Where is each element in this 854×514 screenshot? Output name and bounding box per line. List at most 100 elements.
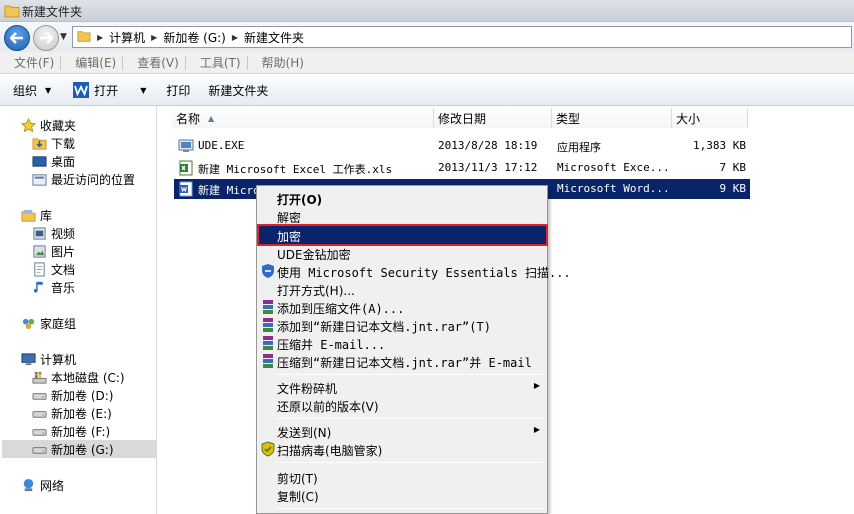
nav-downloads[interactable]: 下载 [31,134,75,152]
history-dropdown-icon[interactable]: ▼ [60,32,67,42]
word-icon [178,181,194,200]
chevron-down-icon: ▼ [45,85,52,95]
menu-separator [246,55,248,70]
nav-drive-f[interactable]: 新加卷 (F:) [31,422,110,440]
menu-tools[interactable]: 工具(T) [200,54,241,71]
pictures-library-icon [31,243,47,259]
menu-encrypt[interactable]: 加密 [257,224,548,246]
file-name: 新建 Micro [198,184,260,197]
nav-computer[interactable]: 计算机 [20,350,76,368]
menu-bar: 文件(F) 编辑(E) 查看(V) 工具(T) 帮助(H) [0,52,854,74]
organize-button[interactable]: 组织 ▼ [13,82,51,99]
back-button[interactable] [4,25,30,51]
desktop-icon [31,153,47,169]
menu-separator [60,55,62,70]
submenu-arrow-icon: ▶ [533,381,540,390]
wps-word-icon [73,82,90,98]
navigation-pane: 收藏夹 下载 桌面 最近访问的位置 库 视频 图片 文档 音乐 家庭组 计算机 [0,106,157,514]
drive-icon [31,405,47,421]
menu-compress-rar-email[interactable]: 压缩到“新建日记本文档.jnt.rar”并 E-mail [259,352,546,370]
homegroup-icon [20,315,36,331]
menu-cut[interactable]: 剪切(T) [259,468,546,486]
drive-icon [31,441,47,457]
winrar-icon [260,353,276,369]
column-header-size[interactable]: 大小 [672,108,748,128]
menu-separator [275,462,543,463]
breadcrumb-computer[interactable]: ▶ 计算机 [97,29,145,46]
nav-libraries[interactable]: 库 [20,206,52,224]
file-row[interactable]: 新建 Microsoft Excel 工作表.xls 2013/11/3 17:… [174,158,750,178]
drive-icon [31,423,47,439]
file-date: 2013/8/28 18:19 [438,139,538,152]
column-header-date[interactable]: 修改日期 [434,108,552,128]
menu-add-archive[interactable]: 添加到压缩文件(A)... [259,298,546,316]
menu-view[interactable]: 查看(V) [137,54,179,71]
forward-arrow-icon [40,32,53,44]
star-icon [20,117,36,133]
menu-decrypt[interactable]: 解密 [259,207,546,225]
menu-separator [275,374,543,375]
menu-restore-previous[interactable]: 还原以前的版本(V) [259,396,546,414]
command-bar: 组织 ▼ 打开 ▼ 打印 新建文件夹 [0,75,854,106]
address-bar[interactable]: ▶ 计算机 ▶ 新加卷 (G:) ▶ 新建文件夹 [72,26,852,48]
nav-videos[interactable]: 视频 [31,224,75,242]
nav-music[interactable]: 音乐 [31,278,75,296]
chevron-right-icon: ▶ [97,32,104,42]
breadcrumb-drive-g[interactable]: ▶ 新加卷 (G:) [151,29,226,46]
file-row[interactable]: UDE.EXE 2013/8/28 18:19 应用程序 1,383 KB [174,136,750,156]
menu-copy[interactable]: 复制(C) [259,486,546,504]
winrar-icon [260,317,276,333]
mse-shield-icon [260,263,276,279]
folder-icon [4,4,20,21]
address-row: ▼ ▶ 计算机 ▶ 新加卷 (G:) ▶ 新建文件夹 [0,22,854,52]
submenu-arrow-icon: ▶ [533,425,540,434]
nav-drive-g[interactable]: 新加卷 (G:) [2,440,157,458]
music-note-icon [31,279,47,295]
file-type: Microsoft Word... [557,182,670,195]
menu-separator [275,508,543,509]
column-header-type[interactable]: 类型 [552,108,672,128]
documents-library-icon [31,261,47,277]
menu-compress-email[interactable]: 压缩并 E-mail... [259,334,546,352]
menu-edit[interactable]: 编辑(E) [75,54,116,71]
open-with-dropdown[interactable]: ▼ [140,86,146,95]
chevron-right-icon: ▶ [231,32,239,42]
chevron-right-icon: ▶ [151,32,158,42]
column-header-name[interactable]: 名称 ▲ [172,108,434,128]
nav-pictures[interactable]: 图片 [31,242,75,260]
menu-file[interactable]: 文件(F) [14,54,54,71]
forward-button[interactable] [33,25,59,51]
nav-drive-c[interactable]: 本地磁盘 (C:) [31,368,125,386]
library-icon [20,207,36,223]
menu-send-to[interactable]: 发送到(N) ▶ [259,422,546,440]
file-date: 2013/11/3 17:12 [438,161,538,174]
menu-add-to-rar[interactable]: 添加到“新建日记本文档.jnt.rar”(T) [259,316,546,334]
nav-documents[interactable]: 文档 [31,260,75,278]
pc-manager-shield-icon [260,441,276,457]
winrar-icon [260,299,276,315]
nav-homegroup[interactable]: 家庭组 [20,314,76,332]
nav-favorites[interactable]: 收藏夹 [20,116,76,134]
menu-ude-encrypt[interactable]: UDE金钻加密 [259,244,546,262]
open-button[interactable]: 打开 [73,82,118,99]
nav-network[interactable]: 网络 [20,476,64,494]
nav-drive-e[interactable]: 新加卷 (E:) [31,404,112,422]
menu-help[interactable]: 帮助(H) [262,54,304,71]
new-folder-button[interactable]: 新建文件夹 [208,82,268,99]
menu-scan-virus[interactable]: 扫描病毒(电脑管家) [259,440,546,458]
window-title: 新建文件夹 [22,5,83,19]
windows-drive-icon [31,369,47,385]
computer-icon [20,351,36,367]
nav-desktop[interactable]: 桌面 [31,152,75,170]
menu-file-shredder[interactable]: 文件粉碎机 ▶ [259,378,546,396]
menu-mse-scan[interactable]: 使用 Microsoft Security Essentials 扫描... [259,262,571,280]
print-button[interactable]: 打印 [166,82,190,99]
file-type: Microsoft Exce... [557,161,670,174]
menu-open-with[interactable]: 打开方式(H)... [259,280,546,298]
nav-drive-d[interactable]: 新加卷 (D:) [31,386,113,404]
breadcrumb-folder[interactable]: ▶ 新建文件夹 [232,29,304,46]
column-headers: 名称 ▲ 修改日期 类型 大小 [172,108,748,128]
nav-recent-places[interactable]: 最近访问的位置 [31,170,135,188]
menu-open[interactable]: 打开(O) [259,189,546,207]
download-folder-icon [31,135,47,151]
